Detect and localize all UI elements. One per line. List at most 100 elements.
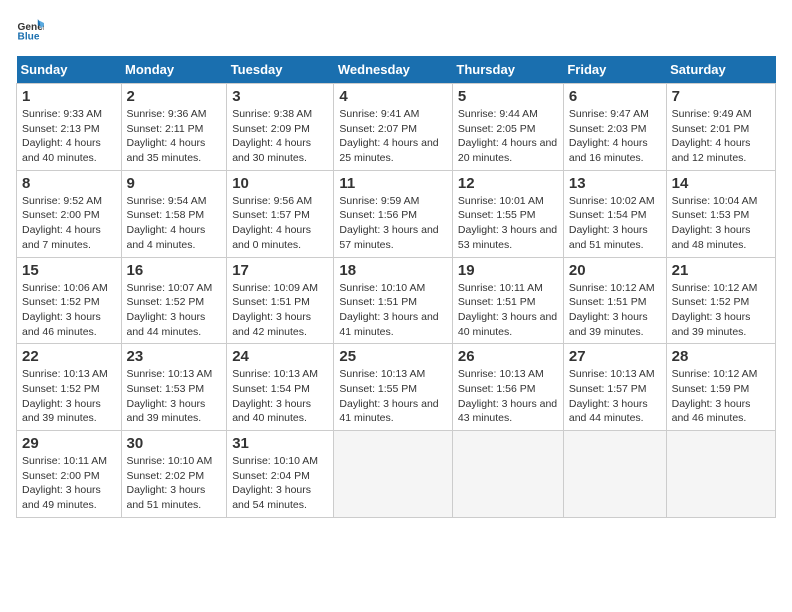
calendar-cell: 14 Sunrise: 10:04 AMSunset: 1:53 PMDaylig… bbox=[666, 170, 775, 257]
day-number: 26 bbox=[458, 348, 558, 365]
calendar-cell: 15 Sunrise: 10:06 AMSunset: 1:52 PMDaylig… bbox=[17, 257, 122, 344]
day-info: Sunrise: 9:56 AMSunset: 1:57 PMDaylight:… bbox=[232, 194, 328, 253]
day-info: Sunrise: 10:09 AMSunset: 1:51 PMDaylight… bbox=[232, 281, 328, 340]
calendar-cell: 24Sunrise: 10:13 AMSunset: 1:54 PMDaylig… bbox=[227, 344, 334, 431]
day-number: 6 bbox=[569, 88, 661, 105]
calendar-cell: 6Sunrise: 9:47 AMSunset: 2:03 PMDaylight… bbox=[563, 84, 666, 171]
calendar-cell bbox=[666, 431, 775, 518]
day-number: 10 bbox=[232, 175, 328, 192]
day-info: Sunrise: 10:04 AMSunset: 1:53 PMDaylight… bbox=[672, 194, 770, 253]
weekday-header-saturday: Saturday bbox=[666, 56, 775, 84]
day-number: 3 bbox=[232, 88, 328, 105]
calendar-cell: 11 Sunrise: 9:59 AMSunset: 1:56 PMDayligh… bbox=[334, 170, 453, 257]
logo-icon: General Blue bbox=[16, 16, 44, 44]
day-number: 24 bbox=[232, 348, 328, 365]
day-info: Sunrise: 10:10 AMSunset: 1:51 PMDaylight… bbox=[339, 281, 447, 340]
day-info: Sunrise: 10:13 AMSunset: 1:53 PMDaylight… bbox=[127, 367, 222, 426]
day-number: 30 bbox=[127, 435, 222, 452]
calendar-cell bbox=[452, 431, 563, 518]
day-info: Sunrise: 10:13 AMSunset: 1:57 PMDaylight… bbox=[569, 367, 661, 426]
calendar-cell: 26 Sunrise: 10:13 AMSunset: 1:56 PMDaylig… bbox=[452, 344, 563, 431]
weekday-header-tuesday: Tuesday bbox=[227, 56, 334, 84]
calendar-cell: 21 Sunrise: 10:12 AMSunset: 1:52 PMDaylig… bbox=[666, 257, 775, 344]
calendar-week-2: 8 Sunrise: 9:52 AMSunset: 2:00 PMDaylight… bbox=[17, 170, 776, 257]
day-number: 2 bbox=[127, 88, 222, 105]
calendar-cell: 16Sunrise: 10:07 AMSunset: 1:52 PMDaylig… bbox=[121, 257, 227, 344]
day-number: 31 bbox=[232, 435, 328, 452]
weekday-header-sunday: Sunday bbox=[17, 56, 122, 84]
calendar-cell: 3Sunrise: 9:38 AMSunset: 2:09 PMDaylight… bbox=[227, 84, 334, 171]
calendar-cell: 20 Sunrise: 10:12 AMSunset: 1:51 PMDaylig… bbox=[563, 257, 666, 344]
calendar-cell: 30 Sunrise: 10:10 AMSunset: 2:02 PMDaylig… bbox=[121, 431, 227, 518]
day-number: 5 bbox=[458, 88, 558, 105]
day-info: Sunrise: 9:54 AMSunset: 1:58 PMDaylight:… bbox=[127, 194, 222, 253]
calendar-cell: 27 Sunrise: 10:13 AMSunset: 1:57 PMDaylig… bbox=[563, 344, 666, 431]
calendar-cell: 13 Sunrise: 10:02 AMSunset: 1:54 PMDaylig… bbox=[563, 170, 666, 257]
day-info: Sunrise: 10:13 AMSunset: 1:56 PMDaylight… bbox=[458, 367, 558, 426]
day-number: 11 bbox=[339, 175, 447, 192]
day-info: Sunrise: 10:02 AMSunset: 1:54 PMDaylight… bbox=[569, 194, 661, 253]
calendar-cell bbox=[563, 431, 666, 518]
day-info: Sunrise: 9:44 AMSunset: 2:05 PMDaylight:… bbox=[458, 107, 558, 166]
day-info: Sunrise: 10:12 AMSunset: 1:52 PMDaylight… bbox=[672, 281, 770, 340]
day-number: 23 bbox=[127, 348, 222, 365]
calendar-cell: 31Sunrise: 10:10 AMSunset: 2:04 PMDaylig… bbox=[227, 431, 334, 518]
day-number: 20 bbox=[569, 262, 661, 279]
day-info: Sunrise: 10:10 AMSunset: 2:02 PMDaylight… bbox=[127, 454, 222, 513]
calendar-cell: 29 Sunrise: 10:11 AMSunset: 2:00 PMDaylig… bbox=[17, 431, 122, 518]
calendar-cell: 2 Sunrise: 9:36 AMSunset: 2:11 PMDaylight… bbox=[121, 84, 227, 171]
weekday-header-wednesday: Wednesday bbox=[334, 56, 453, 84]
day-number: 4 bbox=[339, 88, 447, 105]
day-info: Sunrise: 10:11 AMSunset: 1:51 PMDaylight… bbox=[458, 281, 558, 340]
day-number: 25 bbox=[339, 348, 447, 365]
calendar-week-1: 1Sunrise: 9:33 AMSunset: 2:13 PMDaylight… bbox=[17, 84, 776, 171]
day-info: Sunrise: 9:52 AMSunset: 2:00 PMDaylight:… bbox=[22, 194, 116, 253]
day-info: Sunrise: 9:33 AMSunset: 2:13 PMDaylight:… bbox=[22, 107, 116, 166]
calendar-cell: 17Sunrise: 10:09 AMSunset: 1:51 PMDaylig… bbox=[227, 257, 334, 344]
day-number: 13 bbox=[569, 175, 661, 192]
weekday-header-monday: Monday bbox=[121, 56, 227, 84]
day-info: Sunrise: 10:11 AMSunset: 2:00 PMDaylight… bbox=[22, 454, 116, 513]
day-info: Sunrise: 10:01 AMSunset: 1:55 PMDaylight… bbox=[458, 194, 558, 253]
day-number: 8 bbox=[22, 175, 116, 192]
day-info: Sunrise: 9:59 AMSunset: 1:56 PMDaylight:… bbox=[339, 194, 447, 253]
calendar-week-4: 22 Sunrise: 10:13 AMSunset: 1:52 PMDaylig… bbox=[17, 344, 776, 431]
day-number: 21 bbox=[672, 262, 770, 279]
day-number: 14 bbox=[672, 175, 770, 192]
day-info: Sunrise: 10:12 AMSunset: 1:51 PMDaylight… bbox=[569, 281, 661, 340]
day-number: 12 bbox=[458, 175, 558, 192]
day-info: Sunrise: 9:41 AMSunset: 2:07 PMDaylight:… bbox=[339, 107, 447, 166]
day-number: 15 bbox=[22, 262, 116, 279]
day-info: Sunrise: 10:06 AMSunset: 1:52 PMDaylight… bbox=[22, 281, 116, 340]
calendar-cell: 23 Sunrise: 10:13 AMSunset: 1:53 PMDaylig… bbox=[121, 344, 227, 431]
calendar-cell: 4 Sunrise: 9:41 AMSunset: 2:07 PMDaylight… bbox=[334, 84, 453, 171]
day-number: 29 bbox=[22, 435, 116, 452]
day-number: 9 bbox=[127, 175, 222, 192]
svg-text:Blue: Blue bbox=[18, 31, 40, 42]
day-number: 16 bbox=[127, 262, 222, 279]
day-info: Sunrise: 10:13 AMSunset: 1:52 PMDaylight… bbox=[22, 367, 116, 426]
day-number: 19 bbox=[458, 262, 558, 279]
day-number: 27 bbox=[569, 348, 661, 365]
calendar-header-row: SundayMondayTuesdayWednesdayThursdayFrid… bbox=[17, 56, 776, 84]
calendar-cell: 18Sunrise: 10:10 AMSunset: 1:51 PMDaylig… bbox=[334, 257, 453, 344]
calendar-cell: 9 Sunrise: 9:54 AMSunset: 1:58 PMDaylight… bbox=[121, 170, 227, 257]
calendar-cell bbox=[334, 431, 453, 518]
day-info: Sunrise: 9:49 AMSunset: 2:01 PMDaylight:… bbox=[672, 107, 770, 166]
calendar-cell: 12 Sunrise: 10:01 AMSunset: 1:55 PMDaylig… bbox=[452, 170, 563, 257]
calendar-cell: 25 Sunrise: 10:13 AMSunset: 1:55 PMDaylig… bbox=[334, 344, 453, 431]
day-info: Sunrise: 9:36 AMSunset: 2:11 PMDaylight:… bbox=[127, 107, 222, 166]
calendar-table: SundayMondayTuesdayWednesdayThursdayFrid… bbox=[16, 56, 776, 518]
day-info: Sunrise: 10:13 AMSunset: 1:55 PMDaylight… bbox=[339, 367, 447, 426]
calendar-cell: 1Sunrise: 9:33 AMSunset: 2:13 PMDaylight… bbox=[17, 84, 122, 171]
logo: General Blue bbox=[16, 16, 48, 44]
calendar-cell: 19 Sunrise: 10:11 AMSunset: 1:51 PMDaylig… bbox=[452, 257, 563, 344]
day-number: 7 bbox=[672, 88, 770, 105]
calendar-cell: 22 Sunrise: 10:13 AMSunset: 1:52 PMDaylig… bbox=[17, 344, 122, 431]
day-number: 22 bbox=[22, 348, 116, 365]
calendar-week-3: 15 Sunrise: 10:06 AMSunset: 1:52 PMDaylig… bbox=[17, 257, 776, 344]
calendar-body: 1Sunrise: 9:33 AMSunset: 2:13 PMDaylight… bbox=[17, 84, 776, 518]
calendar-cell: 8 Sunrise: 9:52 AMSunset: 2:00 PMDaylight… bbox=[17, 170, 122, 257]
calendar-cell: 7 Sunrise: 9:49 AMSunset: 2:01 PMDaylight… bbox=[666, 84, 775, 171]
weekday-header-thursday: Thursday bbox=[452, 56, 563, 84]
